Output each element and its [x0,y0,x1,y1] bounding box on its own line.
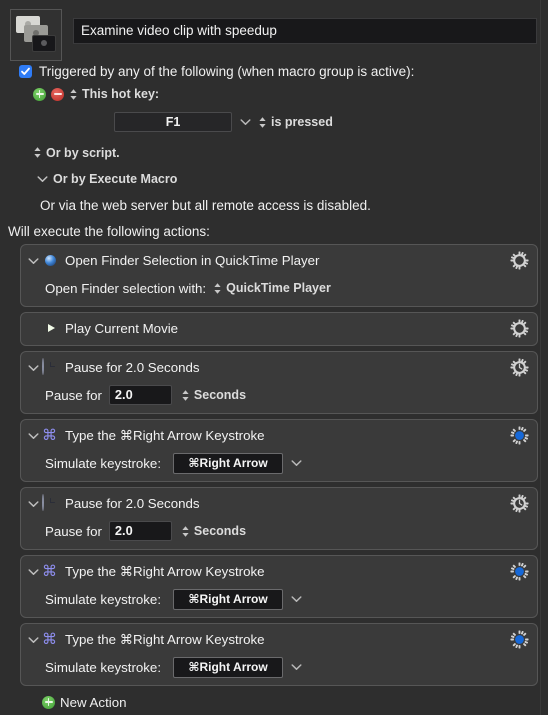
keystroke-input[interactable]: ⌘Right Arrow [173,656,284,678]
add-trigger-button[interactable] [33,87,46,101]
keystroke-input[interactable]: ⌘Right Arrow [173,588,284,610]
action-row[interactable]: ⌘ Type the ⌘Right Arrow Keystroke Simula… [20,419,538,482]
trigger-enabled-label: Triggered by any of the following (when … [39,63,415,79]
disclosure-chevron-down-icon[interactable] [28,364,42,372]
pause-units-value[interactable]: Seconds [194,524,246,538]
action-title: Play Current Movie [65,321,179,336]
keystroke-chevron-down-icon[interactable] [291,663,302,671]
disclosure-chevron-down-icon[interactable] [28,568,42,576]
hotkey-trigger-row: This hot key: [19,82,548,106]
action-body: Open Finder selection with: QuickTime Pl… [21,276,537,300]
trigger-section: Triggered by any of the following (when … [0,60,548,213]
gear-icon[interactable] [510,251,529,270]
action-list: Open Finder Selection in QuickTime Playe… [0,239,548,712]
simulate-keystroke-label: Simulate keystroke: [45,455,162,471]
pause-units-value[interactable]: Seconds [194,388,246,402]
macro-header: Examine video clip with speedup [0,0,548,61]
action-row[interactable]: ⌘ Type the ⌘Right Arrow Keystroke Simula… [20,555,538,618]
action-title-row: ⌘ Type the ⌘Right Arrow Keystroke [21,425,537,446]
macro-title-input[interactable]: Examine video clip with speedup [73,18,537,44]
open-with-stepper-icon[interactable] [213,282,222,295]
action-row[interactable]: Pause for 2.0 Seconds Pause for 2.0 Seco… [20,487,538,550]
pause-for-label: Pause for [45,387,102,403]
action-title: Type the ⌘Right Arrow Keystroke [65,427,265,443]
disclosure-chevron-down-icon[interactable] [28,432,42,440]
action-title-row: Pause for 2.0 Seconds [21,493,537,514]
trigger-enabled-checkbox[interactable] [19,64,32,78]
gear-icon[interactable] [510,358,529,377]
action-title: Type the ⌘Right Arrow Keystroke [65,563,265,579]
action-body: Simulate keystroke: ⌘Right Arrow [21,451,537,475]
pause-duration-input[interactable]: 2.0 [108,385,172,405]
action-body: Pause for 2.0 Seconds [21,383,537,407]
gear-icon[interactable] [510,630,529,649]
keystroke-chevron-down-icon[interactable] [291,595,302,603]
execute-macro-trigger-row: Or by Execute Macro [19,167,548,190]
simulate-keystroke-label: Simulate keystroke: [45,591,162,607]
hotkey-input[interactable]: F1 [114,112,232,132]
thumbnail-card-front [32,35,56,52]
simulate-keystroke-label: Simulate keystroke: [45,659,162,675]
action-row[interactable]: Open Finder Selection in QuickTime Playe… [20,244,538,307]
disclosure-chevron-down-icon[interactable] [28,500,42,508]
remove-trigger-button[interactable] [51,87,64,101]
action-title: Open Finder Selection in QuickTime Playe… [65,253,320,268]
quicktime-icon [42,252,59,269]
action-row[interactable]: ⌘ Type the ⌘Right Arrow Keystroke Simula… [20,623,538,686]
action-row[interactable]: Play Current Movie [20,312,538,346]
stacked-screens-thumbnail[interactable] [10,9,62,61]
open-with-value[interactable]: QuickTime Player [226,281,331,295]
clock-icon [42,494,59,512]
script-trigger-label[interactable]: Or by script. [46,146,120,160]
keystroke-input[interactable]: ⌘Right Arrow [173,452,284,474]
actions-header: Will execute the following actions: [8,224,210,239]
gear-icon[interactable] [510,319,529,338]
pause-for-label: Pause for [45,523,102,539]
action-title: Pause for 2.0 Seconds [65,360,200,375]
action-row[interactable]: Pause for 2.0 Seconds Pause for 2.0 Seco… [20,351,538,414]
disclosure-chevron-down-icon[interactable] [28,257,42,265]
thumbnail-dot [41,40,47,46]
plus-circle-icon[interactable] [42,695,55,709]
action-title-row: Play Current Movie [21,318,537,339]
hotkey-type-stepper-icon[interactable] [69,88,78,101]
action-title: Pause for 2.0 Seconds [65,496,200,511]
hotkey-condition-label[interactable]: is pressed [271,115,333,129]
pause-units-stepper-icon[interactable] [181,389,190,402]
gear-icon[interactable] [510,494,529,513]
action-title: Type the ⌘Right Arrow Keystroke [65,631,265,647]
action-title-row: ⌘ Type the ⌘Right Arrow Keystroke [21,561,537,582]
execute-macro-trigger-label[interactable]: Or by Execute Macro [53,172,177,186]
web-server-note: Or via the web server but all remote acc… [40,198,371,213]
execute-macro-chevron-down-icon[interactable] [37,175,48,183]
new-action-button[interactable]: New Action [20,692,538,712]
pause-duration-input[interactable]: 2.0 [108,521,172,541]
new-action-label: New Action [60,694,127,710]
action-title-row: Pause for 2.0 Seconds [21,357,537,378]
play-icon [42,320,59,337]
action-body: Pause for 2.0 Seconds [21,519,537,543]
script-trigger-row: Or by script. [19,141,548,164]
command-icon: ⌘ [42,631,57,648]
gear-icon[interactable] [510,426,529,445]
hotkey-chevron-down-icon[interactable] [240,118,251,126]
keystroke-chevron-down-icon[interactable] [291,459,302,467]
disclosure-chevron-down-icon[interactable] [28,636,42,644]
hotkey-condition-stepper-icon[interactable] [258,116,267,129]
right-edge-divider [540,0,541,715]
action-body: Simulate keystroke: ⌘Right Arrow [21,587,537,611]
command-icon: ⌘ [42,563,57,580]
hotkey-field-row: F1 is pressed [19,109,548,135]
gear-icon[interactable] [510,562,529,581]
pause-units-stepper-icon[interactable] [181,525,190,538]
open-with-label: Open Finder selection with: [45,280,207,296]
script-trigger-stepper-icon[interactable] [33,146,42,159]
clock-icon [42,358,59,376]
action-title-row: Open Finder Selection in QuickTime Playe… [21,250,537,271]
hotkey-trigger-label[interactable]: This hot key: [82,87,159,101]
command-icon: ⌘ [42,427,57,444]
action-title-row: ⌘ Type the ⌘Right Arrow Keystroke [21,629,537,650]
trigger-enable-row: Triggered by any of the following (when … [19,60,548,82]
action-body: Simulate keystroke: ⌘Right Arrow [21,655,537,679]
